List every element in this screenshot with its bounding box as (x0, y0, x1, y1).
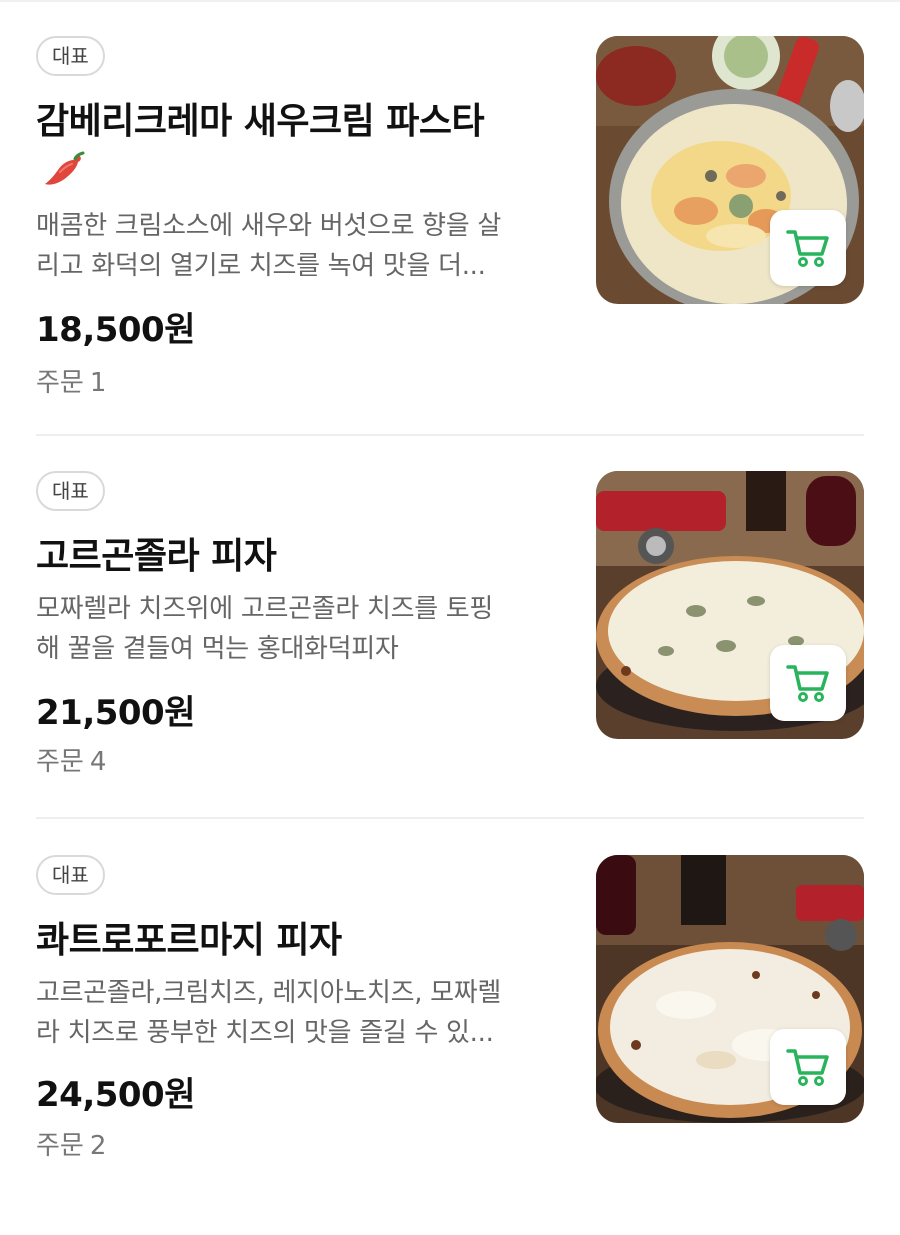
divider (36, 817, 864, 819)
gorgonzola-pizza-photo[interactable] (596, 471, 864, 739)
signature-badge: 대표 (36, 855, 105, 895)
cart-icon (786, 230, 829, 267)
add-to-cart-button[interactable] (770, 645, 846, 721)
menu-item-name: 고르곤졸라 피자 (36, 536, 277, 577)
top-border (0, 0, 900, 2)
chili-pepper-icon (45, 151, 85, 185)
add-to-cart-button[interactable] (770, 210, 846, 286)
menu-item-description: 모짜렐라 치즈위에 고르곤졸라 치즈를 토핑 해 꿀을 곁들여 먹는 홍대화덕피… (36, 594, 494, 664)
add-to-cart-button[interactable] (770, 1029, 846, 1105)
signature-badge: 대표 (36, 36, 105, 76)
menu-item-description: 매콤한 크림소스에 새우와 버섯으로 향을 살 리고 화덕의 열기로 치즈를 녹… (36, 211, 501, 281)
divider (36, 434, 864, 436)
cart-icon (786, 1049, 829, 1086)
signature-badge: 대표 (36, 471, 105, 511)
cart-icon (786, 665, 829, 702)
menu-item-price: 18,500원 (36, 310, 195, 350)
menu-item[interactable]: 대표 감베리크레마 새우크림 파스타 매콤한 크림소스에 새우와 버섯으로 향을… (36, 36, 864, 416)
menu-item-price: 24,500원 (36, 1075, 195, 1115)
menu-item-description: 고르곤졸라,크림치즈, 레지아노치즈, 모짜렐 라 치즈로 풍부한 치즈의 맛을… (36, 978, 501, 1048)
menu-item-name: 감베리크레마 새우크림 파스타 (36, 101, 485, 142)
menu-item-name: 콰트로포르마지 피자 (36, 920, 342, 961)
shrimp-cream-pasta-photo[interactable] (596, 36, 864, 304)
order-count: 주문 2 (36, 1131, 107, 1161)
menu-item[interactable]: 대표 고르곤졸라 피자 모짜렐라 치즈위에 고르곤졸라 치즈를 토핑 해 꿀을 … (36, 471, 864, 851)
order-count: 주문 1 (36, 368, 107, 398)
quattro-formaggi-pizza-photo[interactable] (596, 855, 864, 1123)
menu-item-price: 21,500원 (36, 693, 195, 733)
order-count: 주문 4 (36, 747, 107, 777)
menu-item[interactable]: 대표 콰트로포르마지 피자 고르곤졸라,크림치즈, 레지아노치즈, 모짜렐 라 … (36, 855, 864, 1235)
